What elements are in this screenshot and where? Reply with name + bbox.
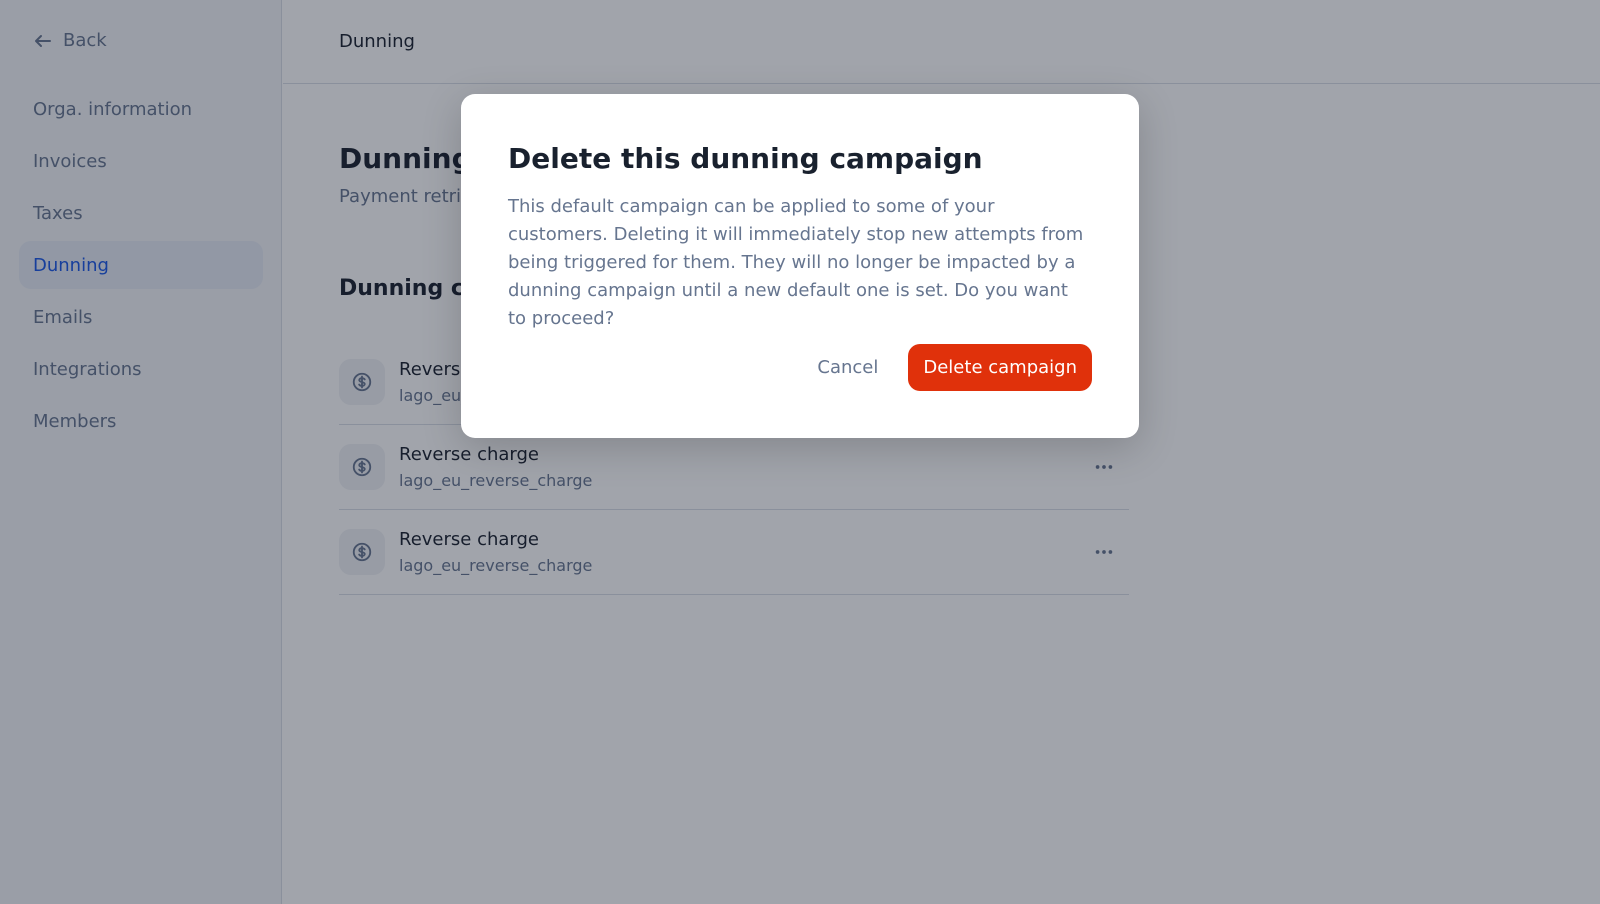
cancel-button[interactable]: Cancel (805, 345, 890, 390)
dialog-actions: Cancel Delete campaign (805, 344, 1092, 391)
dialog-description: This default campaign can be applied to … (508, 196, 1084, 329)
delete-campaign-button[interactable]: Delete campaign (908, 344, 1092, 391)
delete-campaign-dialog: Delete this dunning campaign This defaul… (461, 94, 1139, 438)
dialog-title: Delete this dunning campaign (508, 142, 983, 175)
